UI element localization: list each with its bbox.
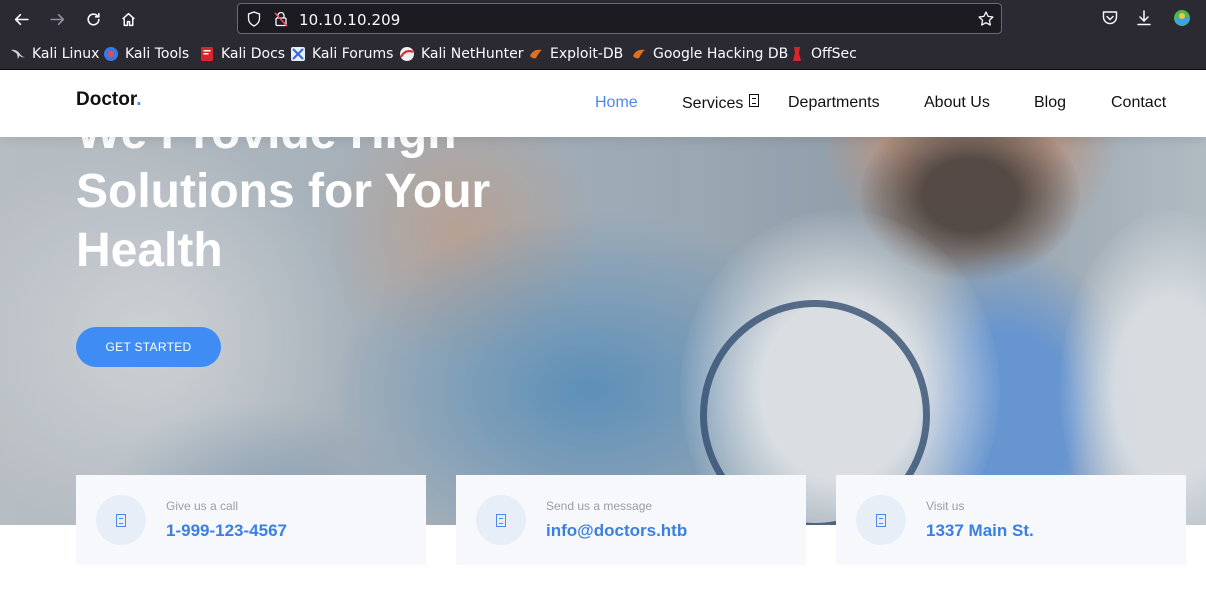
card-label: Send us a message [546,499,653,513]
home-icon[interactable] [115,6,141,32]
account-avatar-icon[interactable] [1172,8,1192,28]
info-card-call: Give us a call 1-999-123-4567 [76,475,426,565]
mail-icon [476,495,526,545]
bookmark-star-icon[interactable] [977,10,995,28]
kali-tools-icon [104,47,118,61]
hero-heading-line: Health [76,224,223,277]
bookmarks-bar: Kali Linux Kali Tools Kali Docs Kali For… [0,37,1206,70]
dropdown-glyph-icon [749,94,760,107]
site-logo[interactable]: Doctor. [76,89,141,111]
bookmark-kali-tools[interactable]: Kali Tools [103,45,189,63]
ghdb-icon [633,49,645,59]
bookmark-label: Kali Forums [312,46,394,62]
nav-services-label: Services [682,95,744,112]
kali-docs-icon [201,47,213,61]
bookmark-label: Kali Docs [221,46,286,62]
kali-dragon-icon [11,49,25,59]
browser-toolbar: 10.10.10.209 [0,0,1206,37]
forward-arrow-icon[interactable] [44,6,70,32]
exploit-db-icon [530,49,542,59]
nav-about-us[interactable]: About Us [924,94,990,112]
bookmark-label: Kali NetHunter [421,46,524,62]
bookmark-label: Kali Linux [32,46,100,62]
info-card-visit: Visit us 1337 Main St. [836,475,1186,565]
reload-icon[interactable] [80,6,106,32]
phone-icon [96,495,146,545]
kali-nethunter-icon [400,47,414,61]
hero-heading-line: Solutions for Your [76,165,491,218]
bookmark-label: Exploit-DB [550,46,624,62]
download-icon[interactable] [1134,8,1154,28]
bookmark-kali-docs[interactable]: Kali Docs [199,45,285,63]
web-page: Doctor. Home Services Departments About … [0,70,1206,612]
bookmark-label: OffSec [811,46,857,62]
kali-forums-icon [291,47,305,61]
site-header: Doctor. Home Services Departments About … [0,70,1206,137]
offsec-icon [793,47,801,61]
card-value[interactable]: 1-999-123-4567 [166,521,287,541]
bookmark-google-hacking-db[interactable]: Google Hacking DB [631,45,788,63]
insecure-lock-icon[interactable] [272,10,290,28]
nav-home[interactable]: Home [595,94,638,112]
back-arrow-icon[interactable] [8,6,34,32]
nav-blog[interactable]: Blog [1034,94,1066,112]
bookmark-kali-nethunter[interactable]: Kali NetHunter [399,45,523,63]
get-started-button[interactable]: GET STARTED [76,327,221,367]
pocket-icon[interactable] [1100,8,1120,28]
card-value[interactable]: info@doctors.htb [546,521,687,541]
logo-text: Doctor [76,89,137,110]
url-text[interactable]: 10.10.10.209 [299,11,400,29]
location-icon [856,495,906,545]
url-bar[interactable]: 10.10.10.209 [237,3,1002,34]
bookmark-kali-linux[interactable]: Kali Linux [10,45,99,63]
bookmark-kali-forums[interactable]: Kali Forums [290,45,393,63]
logo-dot: . [136,89,142,110]
bookmark-label: Kali Tools [125,46,190,62]
nav-contact[interactable]: Contact [1111,94,1166,112]
shield-icon[interactable] [245,10,263,28]
info-card-message: Send us a message info@doctors.htb [456,475,806,565]
nav-services[interactable]: Services [682,94,760,113]
card-label: Visit us [926,499,965,513]
bookmark-label: Google Hacking DB [653,46,789,62]
card-value[interactable]: 1337 Main St. [926,521,1034,541]
card-label: Give us a call [166,499,239,513]
nav-departments[interactable]: Departments [788,94,880,112]
bookmark-exploit-db[interactable]: Exploit-DB [528,45,623,63]
bookmark-offsec[interactable]: OffSec [789,45,857,63]
